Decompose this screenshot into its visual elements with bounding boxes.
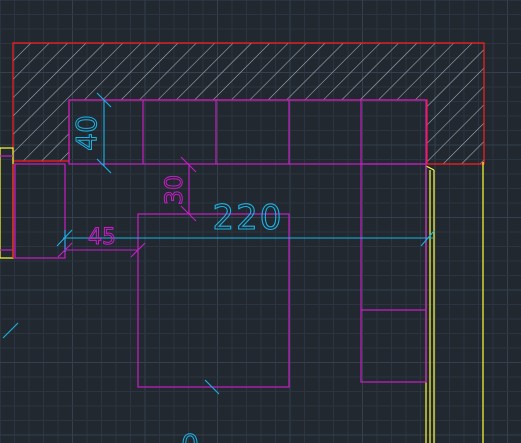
cad-drawing-canvas[interactable]: 40 30 45 220 0: [0, 0, 521, 443]
dimension-30-label[interactable]: 30: [160, 174, 189, 206]
dimension-40-label[interactable]: 40: [70, 115, 104, 152]
table: [137, 213, 290, 388]
dimension-partial-label[interactable]: 0: [181, 428, 200, 443]
upper-cabinet-row: [68, 99, 427, 165]
dimension-45-label[interactable]: 45: [88, 225, 117, 251]
dimension-220-label[interactable]: 220: [212, 197, 284, 238]
right-tall-cabinet: [360, 163, 427, 383]
yellow-edge-lines: [425, 162, 484, 443]
